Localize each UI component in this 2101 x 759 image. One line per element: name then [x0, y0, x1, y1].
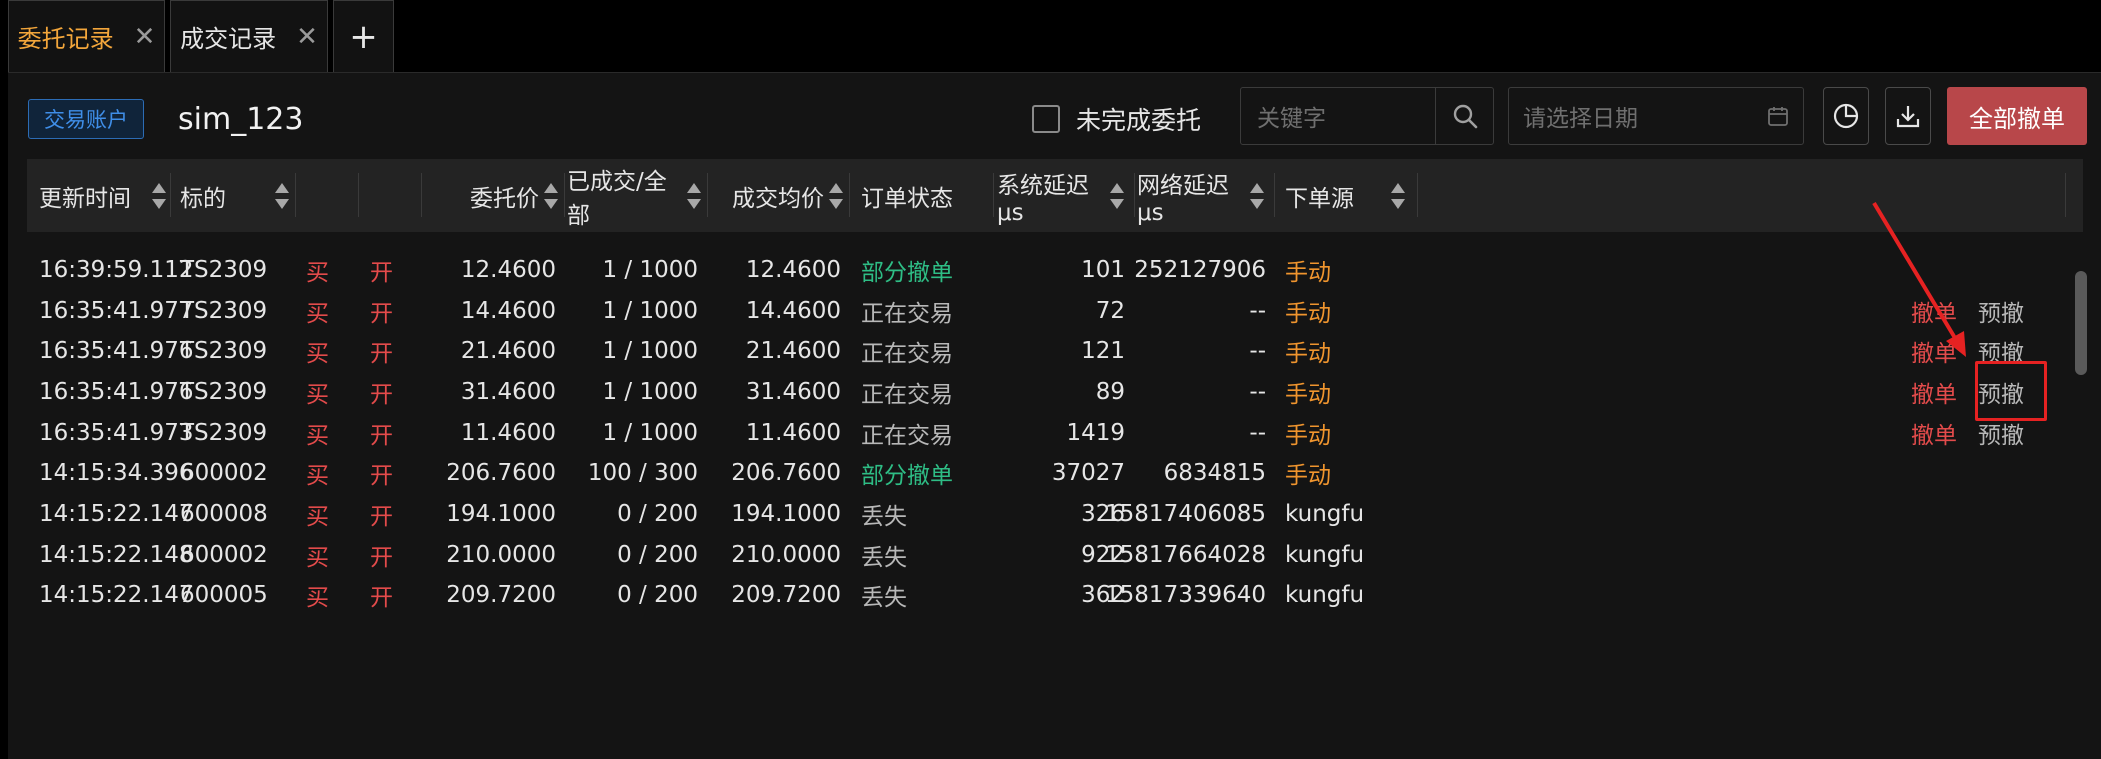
column-divider: [358, 173, 359, 217]
add-tab-button[interactable]: +: [333, 0, 394, 72]
cell-filled: 0 / 200: [617, 582, 698, 608]
column-divider: [1417, 173, 1418, 217]
close-icon[interactable]: ✕: [296, 22, 318, 52]
search-button[interactable]: [1435, 88, 1493, 144]
tab-label: 成交记录: [180, 25, 277, 53]
account-name: sim_123: [178, 101, 304, 137]
cell-side: 买: [306, 585, 329, 611]
sort-icon[interactable]: [1249, 181, 1265, 211]
unfinished-checkbox[interactable]: [1032, 105, 1060, 133]
date-picker[interactable]: 请选择日期: [1508, 87, 1804, 145]
cell-source: kungfu: [1285, 582, 1365, 608]
header-label: 委托价: [470, 185, 539, 212]
cell-status: 丢失: [861, 585, 907, 611]
tab-order-records[interactable]: 委托记录 ✕: [8, 0, 165, 72]
pie-chart-icon: [1833, 103, 1859, 129]
unfinished-orders-toggle[interactable]: 未完成委托: [1032, 99, 1201, 139]
column-divider: [1274, 173, 1275, 217]
search-icon: [1453, 104, 1477, 129]
sort-icon[interactable]: [543, 181, 559, 211]
col-avg-price[interactable]: 成交均价: [717, 159, 824, 232]
column-divider: [421, 173, 422, 217]
download-icon: [1896, 106, 1920, 128]
cell-offset: 开: [370, 585, 393, 611]
sort-icon[interactable]: [274, 181, 290, 211]
unfinished-label: 未完成委托: [1076, 106, 1202, 135]
cell-symbol: 600005: [180, 582, 268, 608]
tab-trade-records[interactable]: 成交记录 ✕: [170, 0, 328, 72]
download-button[interactable]: [1885, 87, 1931, 145]
header-label: 订单状态: [861, 185, 953, 212]
cell-time: 14:15:22.147: [39, 582, 194, 608]
col-symbol[interactable]: 标的: [180, 159, 280, 232]
vertical-scrollbar[interactable]: [2075, 271, 2087, 375]
column-divider: [170, 173, 171, 217]
col-net-latency[interactable]: 网络延迟 μs: [1137, 159, 1245, 232]
table-header: 更新时间 标的 委托价 已成交/全部 成交均价 订单状态 系统延迟 μs 网络延…: [27, 159, 2083, 232]
column-divider: [707, 173, 708, 217]
header-label: 标的: [180, 185, 226, 212]
tab-bar: 委托记录 ✕ 成交记录 ✕ +: [0, 0, 2101, 72]
column-divider: [2065, 173, 2066, 217]
statistics-button[interactable]: [1823, 87, 1869, 145]
col-sys-latency[interactable]: 系统延迟 μs: [997, 159, 1105, 232]
col-order-source[interactable]: 下单源: [1285, 159, 1385, 232]
cell-price: 209.7200: [446, 582, 556, 608]
header-label: 网络延迟 μs: [1137, 172, 1229, 226]
column-divider: [564, 173, 565, 217]
header-label: 下单源: [1285, 185, 1354, 212]
sort-icon[interactable]: [686, 181, 702, 211]
date-placeholder: 请选择日期: [1523, 106, 1638, 132]
column-divider: [295, 173, 296, 217]
calendar-icon: [1768, 107, 1788, 126]
table-row[interactable]: 14:15:22.147 600005 买 开 209.7200 0 / 200…: [27, 568, 2083, 622]
sort-icon[interactable]: [1109, 181, 1125, 211]
cell-avg-price: 209.7200: [731, 582, 841, 608]
sort-icon[interactable]: [151, 181, 167, 211]
col-order-status[interactable]: 订单状态: [861, 159, 1001, 232]
column-divider: [1134, 173, 1135, 217]
annotation-arrow-icon: [1872, 201, 1966, 357]
annotation-highlight-box: [1975, 361, 2047, 421]
column-divider: [849, 173, 850, 217]
cell-net-latency: 15817339640: [1105, 582, 1266, 608]
close-icon[interactable]: ✕: [134, 22, 156, 52]
col-filled-total[interactable]: 已成交/全部: [567, 159, 682, 232]
header-label: 已成交/全部: [567, 168, 667, 229]
plus-icon: +: [349, 16, 378, 57]
order-records-panel: 交易账户 sim_123 未完成委托 关键字 请选择日期 全部撤单 更新时间 标…: [8, 72, 2101, 759]
cancel-all-button[interactable]: 全部撤单: [1947, 87, 2087, 145]
search-input[interactable]: 关键字: [1241, 88, 1435, 144]
header-label: 系统延迟 μs: [997, 172, 1089, 226]
sort-icon[interactable]: [828, 181, 844, 211]
header-label: 成交均价: [732, 185, 824, 212]
keyword-search: 关键字: [1240, 87, 1494, 145]
sort-icon[interactable]: [1390, 181, 1406, 211]
header-label: 更新时间: [39, 185, 131, 212]
account-tag: 交易账户: [28, 99, 144, 139]
column-divider: [993, 173, 994, 217]
col-order-price[interactable]: 委托价: [427, 159, 539, 232]
tab-label: 委托记录: [17, 25, 114, 53]
